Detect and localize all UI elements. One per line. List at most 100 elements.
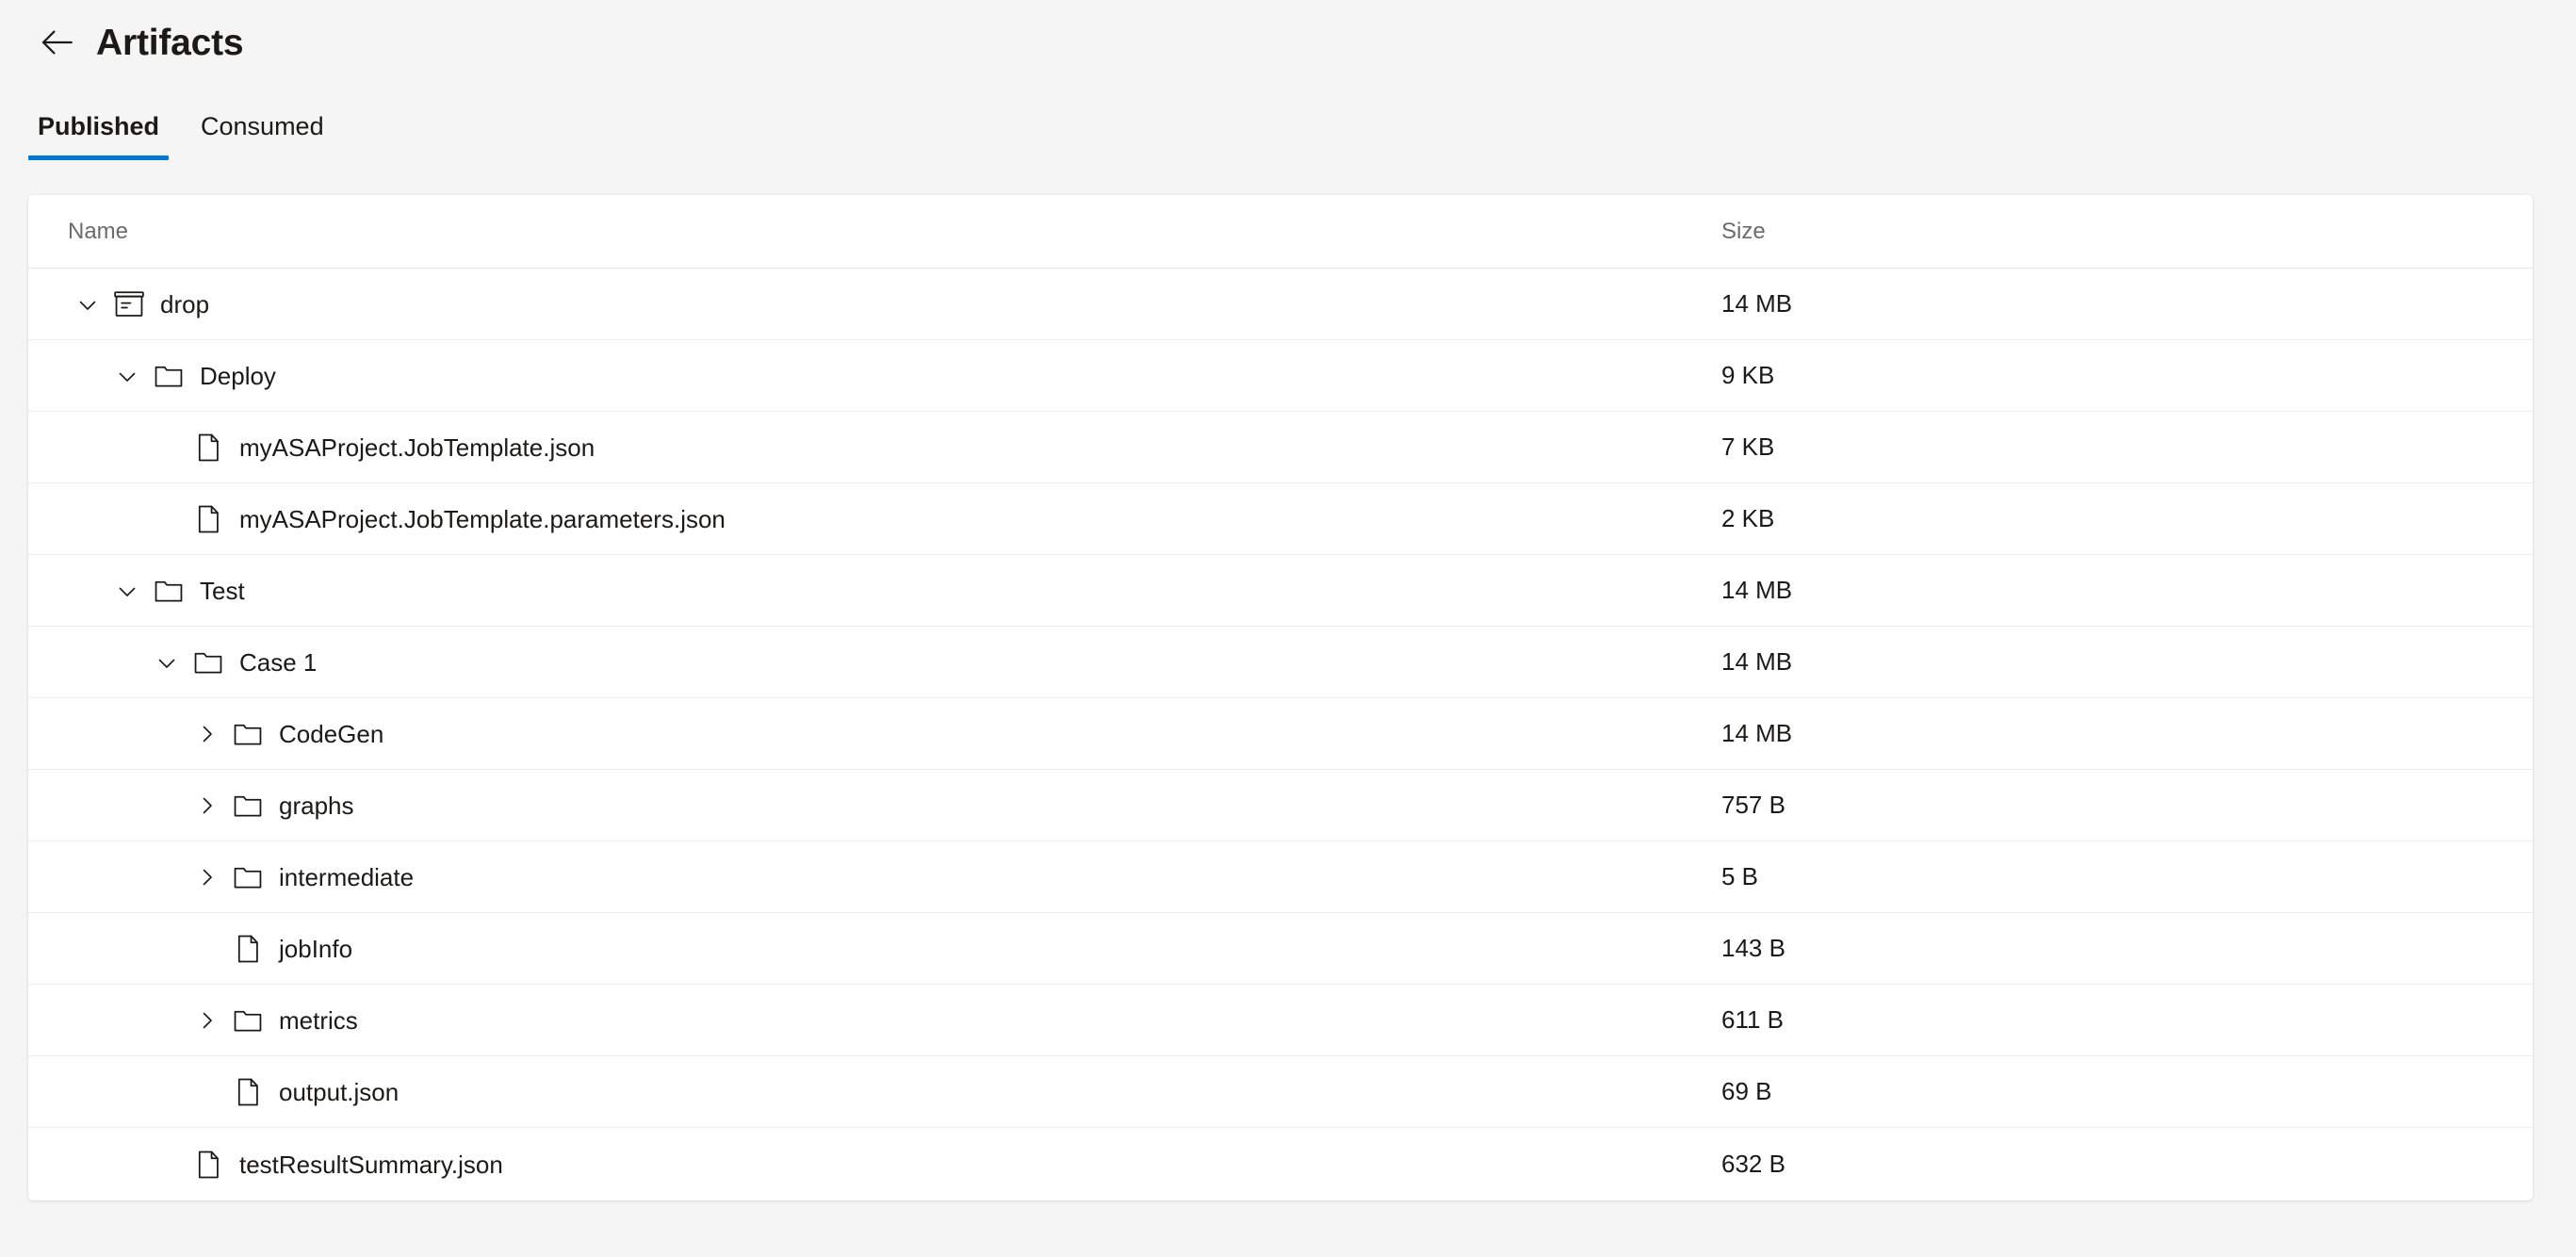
cell-name: myASAProject.JobTemplate.json xyxy=(28,428,1682,467)
chevron-right-icon[interactable] xyxy=(187,714,226,754)
tab-published-label: Published xyxy=(38,112,160,140)
table-row[interactable]: myASAProject.JobTemplate.parameters.json… xyxy=(28,483,2533,555)
row-name-label: metrics xyxy=(279,1005,358,1035)
cell-size: 611 B xyxy=(1682,1007,2533,1033)
folder-icon xyxy=(192,646,224,678)
artifacts-table: Name Size drop 14 MB Deploy 9 KB myASAProjec… xyxy=(28,195,2533,1200)
chevron-down-icon[interactable] xyxy=(107,571,147,611)
row-size-label: 14 MB xyxy=(1721,719,1793,747)
cell-name: metrics xyxy=(28,1001,1682,1040)
cell-size: 757 B xyxy=(1682,792,2533,818)
row-size-label: 9 KB xyxy=(1721,361,1775,389)
table-row[interactable]: myASAProject.JobTemplate.json 7 KB xyxy=(28,412,2533,483)
tab-consumed[interactable]: Consumed xyxy=(191,114,334,160)
cell-name: testResultSummary.json xyxy=(28,1145,1682,1184)
chevron-right-icon[interactable] xyxy=(187,857,226,897)
cell-size: 14 MB xyxy=(1682,578,2533,603)
chevron-down-icon[interactable] xyxy=(68,285,107,324)
cell-name: Deploy xyxy=(28,356,1682,396)
file-icon xyxy=(232,1076,264,1108)
file-icon xyxy=(192,503,224,535)
table-header-row: Name Size xyxy=(28,195,2533,269)
cell-size: 7 KB xyxy=(1682,434,2533,460)
row-size-label: 69 B xyxy=(1721,1077,1772,1105)
row-name-label: Deploy xyxy=(200,361,276,390)
row-size-label: 14 MB xyxy=(1721,647,1793,676)
folder-icon xyxy=(232,1004,264,1037)
package-icon xyxy=(113,288,145,320)
cell-name: drop xyxy=(28,285,1682,324)
folder-icon xyxy=(153,575,185,607)
row-name-label: drop xyxy=(160,289,210,318)
cell-name: jobInfo xyxy=(28,929,1682,969)
row-name-label: output.json xyxy=(279,1077,399,1106)
table-row[interactable]: CodeGen 14 MB xyxy=(28,698,2533,770)
row-name-label: graphs xyxy=(279,791,354,820)
tab-bar: Published Consumed xyxy=(0,92,2576,160)
row-size-label: 14 MB xyxy=(1721,289,1793,318)
row-name-label: myASAProject.JobTemplate.json xyxy=(239,433,595,462)
cell-name: myASAProject.JobTemplate.parameters.json xyxy=(28,499,1682,539)
file-icon xyxy=(192,432,224,464)
row-name-label: Test xyxy=(200,576,245,605)
row-size-label: 2 KB xyxy=(1721,504,1775,532)
table-row[interactable]: Deploy 9 KB xyxy=(28,340,2533,412)
chevron-right-icon[interactable] xyxy=(187,1001,226,1040)
row-size-label: 5 B xyxy=(1721,862,1759,890)
tab-published[interactable]: Published xyxy=(28,112,170,160)
row-name-label: Case 1 xyxy=(239,647,318,677)
table-row[interactable]: output.json 69 B xyxy=(28,1056,2533,1128)
row-name-label: myASAProject.JobTemplate.parameters.json xyxy=(239,504,726,533)
column-header-name[interactable]: Name xyxy=(28,220,1682,243)
chevron-down-icon[interactable] xyxy=(107,356,147,396)
table-row[interactable]: drop 14 MB xyxy=(28,269,2533,340)
row-size-label: 611 B xyxy=(1721,1005,1785,1034)
cell-size: 5 B xyxy=(1682,864,2533,890)
cell-name: graphs xyxy=(28,786,1682,825)
column-header-size-label: Size xyxy=(1721,218,1766,244)
folder-icon xyxy=(153,360,185,392)
row-size-label: 632 B xyxy=(1721,1150,1785,1178)
page-header: Artifacts xyxy=(0,0,2576,66)
table-row[interactable]: Test 14 MB xyxy=(28,555,2533,627)
table-row[interactable]: testResultSummary.json 632 B xyxy=(28,1128,2533,1200)
table-row[interactable]: graphs 757 B xyxy=(28,770,2533,841)
chevron-down-icon[interactable] xyxy=(147,643,187,682)
cell-name: output.json xyxy=(28,1072,1682,1112)
column-header-size[interactable]: Size xyxy=(1682,220,2533,243)
column-header-name-label: Name xyxy=(68,218,129,244)
folder-icon xyxy=(232,718,264,750)
cell-name: Case 1 xyxy=(28,643,1682,682)
folder-icon xyxy=(232,790,264,822)
arrow-left-icon xyxy=(37,23,76,62)
row-size-label: 757 B xyxy=(1721,791,1785,819)
table-row[interactable]: metrics 611 B xyxy=(28,985,2533,1056)
folder-icon xyxy=(232,861,264,893)
row-name-label: intermediate xyxy=(279,862,415,891)
cell-size: 143 B xyxy=(1682,936,2533,961)
page-title: Artifacts xyxy=(96,22,244,63)
cell-name: intermediate xyxy=(28,857,1682,897)
table-row[interactable]: intermediate 5 B xyxy=(28,841,2533,913)
cell-size: 14 MB xyxy=(1682,721,2533,746)
cell-size: 2 KB xyxy=(1682,506,2533,531)
cell-size: 14 MB xyxy=(1682,649,2533,675)
cell-size: 9 KB xyxy=(1682,363,2533,388)
cell-name: CodeGen xyxy=(28,714,1682,754)
row-name-label: testResultSummary.json xyxy=(239,1150,503,1179)
row-name-label: CodeGen xyxy=(279,719,384,748)
row-size-label: 143 B xyxy=(1721,934,1785,962)
back-button[interactable] xyxy=(30,16,83,69)
row-size-label: 14 MB xyxy=(1721,576,1793,604)
row-size-label: 7 KB xyxy=(1721,433,1775,461)
artifacts-card: Name Size drop 14 MB Deploy 9 KB myASAProjec… xyxy=(28,195,2533,1200)
table-row[interactable]: jobInfo 143 B xyxy=(28,913,2533,985)
chevron-right-icon[interactable] xyxy=(187,786,226,825)
table-row[interactable]: Case 1 14 MB xyxy=(28,627,2533,698)
cell-size: 14 MB xyxy=(1682,291,2533,317)
